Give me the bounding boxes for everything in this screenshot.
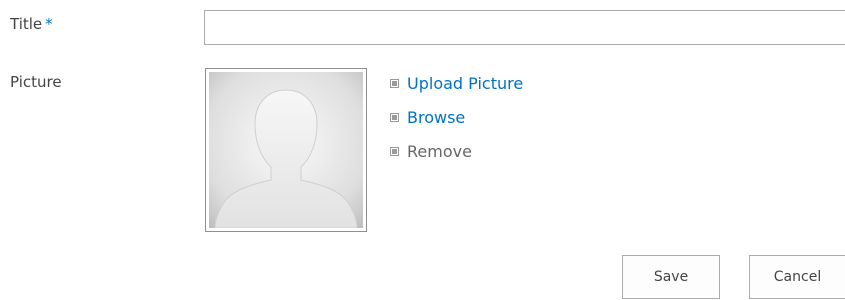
save-button[interactable]: Save [622,255,720,299]
person-silhouette-icon [209,72,363,228]
bullet-icon [390,146,399,156]
picture-actions: Upload Picture Browse Remove [390,73,523,175]
bullet-icon [390,112,399,122]
required-marker: * [45,15,53,33]
title-label: Title [10,15,43,33]
bullet-icon [390,78,399,88]
remove-link: Remove [390,141,523,161]
upload-picture-label: Upload Picture [407,73,524,93]
picture-label: Picture [10,73,62,91]
browse-link[interactable]: Browse [390,107,523,127]
title-label-row: Title * [10,15,53,33]
upload-picture-link[interactable]: Upload Picture [390,73,523,93]
picture-frame [205,68,367,232]
cancel-button[interactable]: Cancel [749,255,845,299]
remove-label: Remove [407,141,472,161]
browse-label: Browse [407,107,466,127]
title-input[interactable] [204,10,845,45]
